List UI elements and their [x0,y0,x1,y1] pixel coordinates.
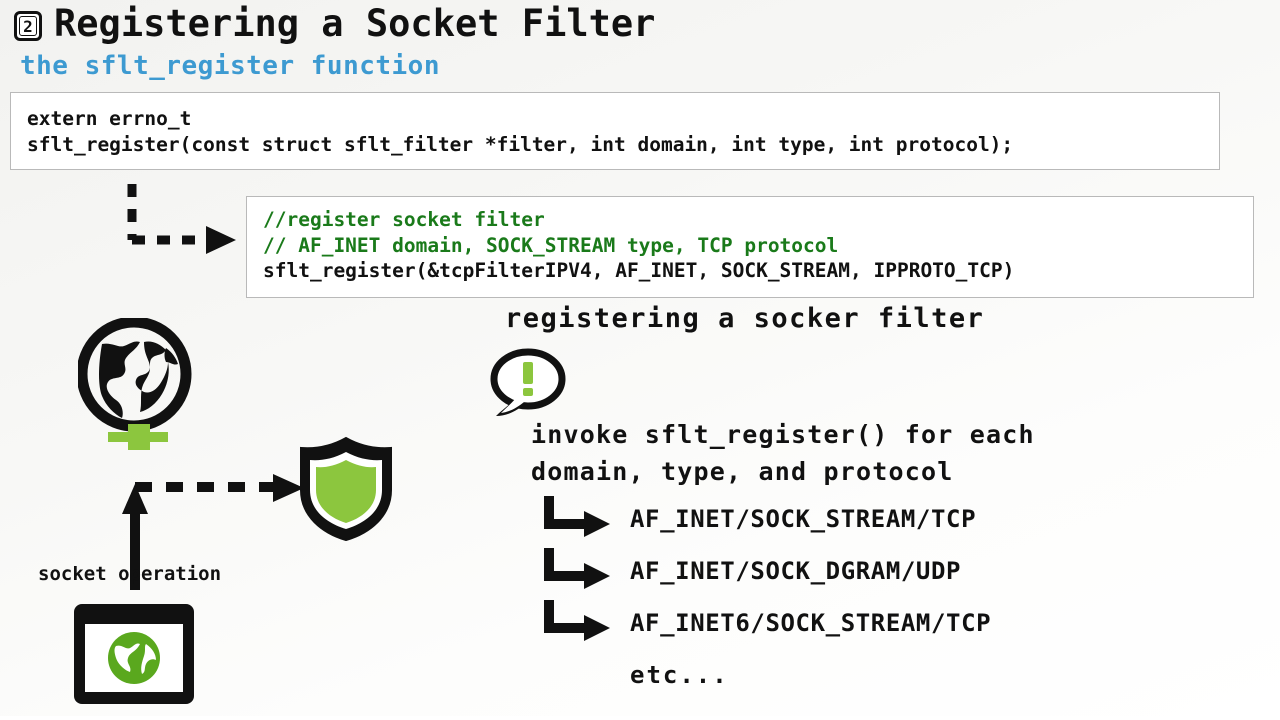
protocol-label: AF_INET/SOCK_DGRAM/UDP [630,557,962,585]
elbow-arrow-icon-svg [544,496,610,537]
list-item: AF_INET6/SOCK_STREAM/TCP [540,600,1140,654]
list-item: AF_INET/SOCK_DGRAM/UDP [540,548,1140,602]
elbow-arrow-icon-svg [544,548,610,589]
elbow-arrow-icon [540,598,612,650]
bottom-edge-bar [0,716,1280,720]
function-declaration-box: extern errno_t sflt_register(const struc… [10,92,1220,170]
globe-icon [76,316,194,450]
shield-icon-svg [300,436,392,542]
usage-example-box: //register socket filter // AF_INET doma… [246,196,1254,298]
elbow-arrow-icon [540,494,612,546]
browser-window-icon-svg [74,604,194,704]
declaration-code: extern errno_t sflt_register(const struc… [11,93,1219,157]
section-number-badge: 2 [14,11,42,41]
protocol-label: AF_INET6/SOCK_STREAM/TCP [630,609,992,637]
declaration-line-1: extern errno_t [27,107,192,130]
alert-speech-bubble-icon-svg [490,348,566,416]
declaration-line-2: sflt_register(const struct sflt_filter *… [27,132,1014,156]
dashed-elbow-connector [118,182,248,260]
notes-heading: registering a socker filter [505,303,985,334]
protocol-list: AF_INET/SOCK_STREAM/TCP AF_INET/SOCK_DGR… [540,496,1140,689]
page-title: Registering a Socket Filter [54,2,656,45]
protocol-etc-label: etc... [630,661,729,689]
dashed-elbow-connector-svg [127,184,236,254]
shield-icon [296,434,396,544]
page-subtitle: the sflt_register function [20,51,440,81]
globe-icon-svg [76,316,192,450]
protocol-label: AF_INET/SOCK_STREAM/TCP [630,505,977,533]
usage-code: //register socket filter // AF_INET doma… [247,197,1253,284]
usage-comment-1: //register socket filter [263,208,545,231]
browser-window-icon [72,602,196,706]
usage-comment-2: // AF_INET domain, SOCK_STREAM type, TCP… [263,233,839,257]
slide-root: 2 Registering a Socket Filter the sflt_r… [0,0,1280,720]
notes-body: invoke sflt_register() for each domain, … [531,420,1035,486]
elbow-arrow-icon [540,546,612,598]
list-item: AF_INET/SOCK_STREAM/TCP [540,496,1140,550]
elbow-arrow-icon-svg [544,600,610,641]
alert-speech-bubble-icon [488,348,568,420]
socket-operation-label: socket operation [38,563,222,585]
usage-code-line: sflt_register(&tcpFilterIPV4, AF_INET, S… [263,259,1015,282]
slide-title-row: 2 Registering a Socket Filter [14,2,655,46]
